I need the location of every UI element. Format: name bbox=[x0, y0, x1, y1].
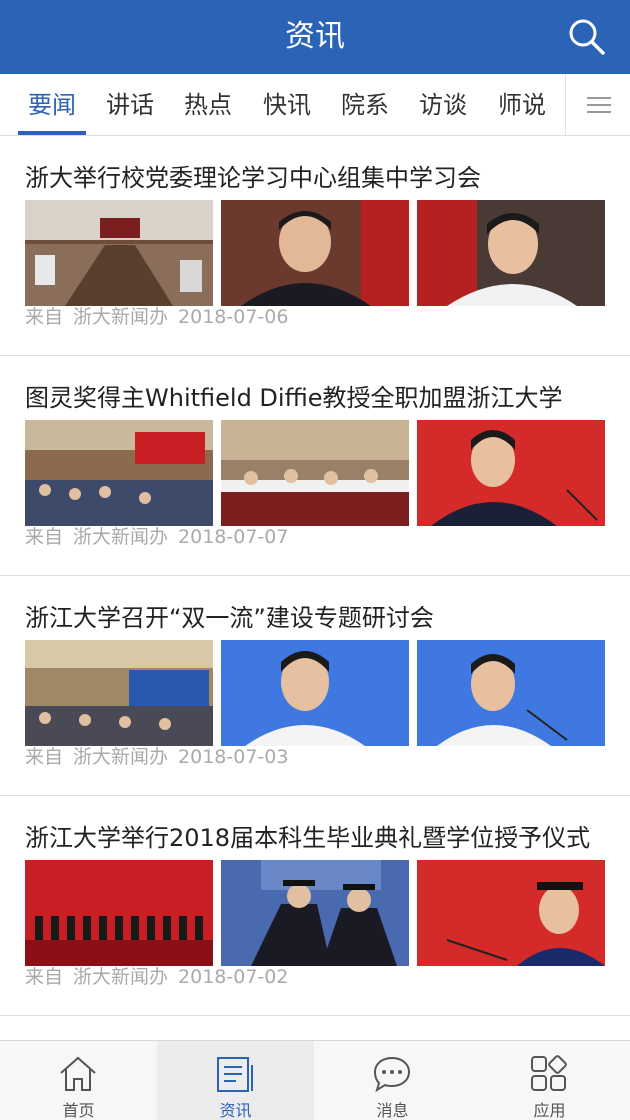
news-item[interactable]: 浙大举行校党委理论学习中心组集中学习会 来自 浙大新闻办 2018-07-06 bbox=[0, 136, 630, 356]
home-icon bbox=[60, 1056, 96, 1091]
source-label: 来自 bbox=[25, 306, 64, 328]
message-icon bbox=[373, 1056, 411, 1093]
nav-apps[interactable]: 应用 bbox=[471, 1041, 628, 1120]
nav-messages[interactable]: 消息 bbox=[314, 1041, 471, 1120]
news-meta: 来自 浙大新闻办 2018-07-06 bbox=[25, 302, 298, 329]
news-meta: 来自 浙大新闻办 2018-07-03 bbox=[25, 742, 298, 769]
news-meta: 来自 浙大新闻办 2018-07-07 bbox=[25, 522, 298, 549]
news-item[interactable]: 浙江大学召开“双一流”建设专题研讨会 来自 浙大新闻办 2018-07-03 bbox=[0, 576, 630, 796]
source-label: 来自 bbox=[25, 746, 64, 768]
app-header: 资讯 bbox=[0, 0, 630, 74]
news-date: 2018-07-03 bbox=[178, 746, 289, 768]
news-item[interactable]: 图灵奖得主Whitfield Diffie教授全职加盟浙江大学 来自 浙大新闻办… bbox=[0, 356, 630, 576]
page-title: 资讯 bbox=[285, 19, 345, 54]
news-icon bbox=[217, 1057, 253, 1092]
nav-home-label: 首页 bbox=[62, 1101, 95, 1120]
nav-home[interactable]: 首页 bbox=[0, 1041, 157, 1120]
menu-icon bbox=[587, 97, 611, 99]
news-thumbnail bbox=[221, 200, 409, 306]
news-thumbnail bbox=[25, 640, 213, 746]
news-thumbnail bbox=[221, 860, 409, 966]
search-icon bbox=[569, 19, 605, 55]
news-date: 2018-07-06 bbox=[178, 306, 289, 328]
news-thumbnail bbox=[25, 860, 213, 966]
news-title: 浙江大学召开“双一流”建设专题研讨会 bbox=[25, 604, 434, 632]
news-thumbnail bbox=[221, 640, 409, 746]
news-title: 浙江大学举行2018届本科生毕业典礼暨学位授予仪式 bbox=[25, 824, 591, 852]
news-title: 浙大举行校党委理论学习中心组集中学习会 bbox=[25, 164, 481, 192]
news-item[interactable]: 浙江大学举行2018届本科生毕业典礼暨学位授予仪式 来自 浙大新闻办 2018-… bbox=[0, 796, 630, 1016]
news-thumbnail bbox=[417, 860, 605, 966]
search-button[interactable] bbox=[566, 16, 608, 58]
news-thumbnail bbox=[417, 420, 605, 526]
news-thumbnail bbox=[417, 640, 605, 746]
tab-menu-button[interactable] bbox=[565, 74, 630, 136]
source-label: 来自 bbox=[25, 526, 64, 548]
news-thumbnail bbox=[25, 200, 213, 306]
tab-yuanxi[interactable]: 院系 bbox=[333, 74, 397, 136]
news-source: 浙大新闻办 bbox=[73, 746, 169, 768]
news-source: 浙大新闻办 bbox=[73, 306, 169, 328]
news-source: 浙大新闻办 bbox=[73, 526, 169, 548]
bottom-nav: 首页 资讯 消息 应用 bbox=[0, 1040, 630, 1120]
tab-kuaixun[interactable]: 快讯 bbox=[255, 74, 319, 136]
news-meta: 来自 浙大新闻办 2018-07-02 bbox=[25, 962, 298, 989]
news-date: 2018-07-07 bbox=[178, 526, 289, 548]
nav-news-label: 资讯 bbox=[219, 1101, 252, 1120]
news-thumbnail bbox=[417, 200, 605, 306]
tab-redian[interactable]: 热点 bbox=[176, 74, 240, 136]
nav-apps-label: 应用 bbox=[533, 1101, 566, 1120]
news-title: 图灵奖得主Whitfield Diffie教授全职加盟浙江大学 bbox=[25, 384, 563, 412]
tab-fangtan[interactable]: 访谈 bbox=[411, 74, 475, 136]
active-tab-indicator bbox=[18, 131, 86, 135]
category-tabs: 要闻 讲话 热点 快讯 院系 访谈 师说 bbox=[0, 74, 630, 136]
nav-news[interactable]: 资讯 bbox=[157, 1041, 314, 1120]
news-source: 浙大新闻办 bbox=[73, 966, 169, 988]
source-label: 来自 bbox=[25, 966, 64, 988]
apps-icon bbox=[531, 1055, 567, 1091]
nav-messages-label: 消息 bbox=[376, 1101, 409, 1120]
tab-shishuo[interactable]: 师说 bbox=[490, 74, 554, 136]
news-date: 2018-07-02 bbox=[178, 966, 289, 988]
tab-jianghua[interactable]: 讲话 bbox=[98, 74, 162, 136]
news-thumbnail bbox=[221, 420, 409, 526]
news-thumbnail bbox=[25, 420, 213, 526]
tab-yaowen[interactable]: 要闻 bbox=[20, 74, 84, 136]
